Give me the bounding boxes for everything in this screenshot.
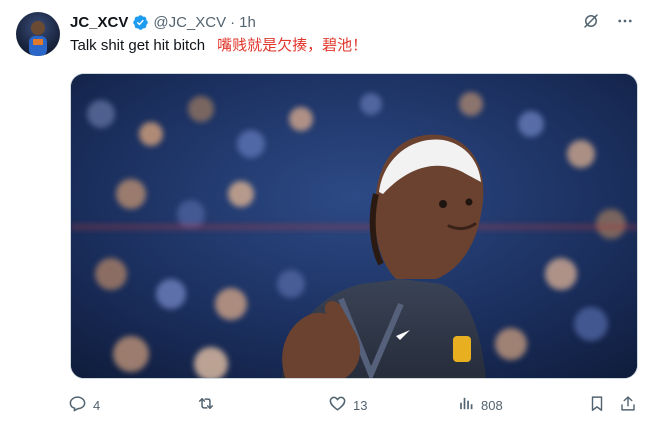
retweet-button[interactable] [196, 392, 222, 418]
verified-badge-icon [132, 14, 149, 31]
timestamp[interactable]: 1h [239, 14, 256, 31]
reply-icon [68, 394, 87, 416]
retweet-icon [196, 394, 216, 416]
reply-button[interactable]: 4 [68, 392, 100, 418]
handle[interactable]: @JC_XCV [153, 14, 226, 31]
views-button[interactable]: 808 [458, 392, 503, 418]
reply-count: 4 [93, 397, 101, 413]
tweet-text-english: Talk shit get hit bitch [70, 37, 206, 54]
tweet-header: JC_XCV @JC_XCV · 1h [70, 12, 256, 32]
bookmark-icon [588, 394, 606, 416]
tweet[interactable]: JC_XCV @JC_XCV · 1h Talk shit get hit bi… [0, 0, 653, 422]
tweet-text-translation: 嘴贱就是欠揍，碧池！ [217, 37, 368, 54]
views-icon [458, 395, 475, 415]
avatar[interactable] [16, 12, 60, 56]
grok-icon[interactable] [581, 11, 601, 31]
tweet-media-image[interactable] [70, 73, 638, 379]
bookmark-button[interactable] [588, 392, 606, 418]
like-count: 13 [353, 397, 368, 413]
action-bar: 4 13 808 [68, 392, 640, 418]
more-icon[interactable] [615, 11, 635, 31]
separator: · [230, 13, 236, 31]
tweet-text: Talk shit get hit bitch 嘴贱就是欠揍，碧池！ [70, 36, 367, 56]
display-name[interactable]: JC_XCV [70, 14, 128, 31]
views-count: 808 [481, 397, 503, 413]
like-button[interactable]: 13 [328, 392, 367, 418]
share-icon [619, 394, 637, 416]
share-button[interactable] [619, 392, 637, 418]
heart-icon [328, 394, 347, 416]
